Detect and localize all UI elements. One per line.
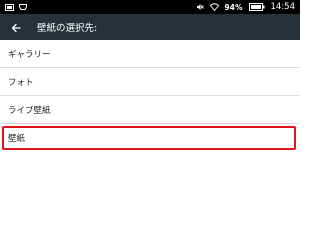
screen: 94% 14:54 壁紙の選択先: ギャラリー フォト ライブ壁紙 壁紙 (0, 0, 300, 240)
wifi-icon (209, 3, 219, 11)
clock: 14:54 (270, 2, 296, 12)
arrow-left-icon (11, 18, 21, 37)
hdmi-icon (19, 4, 27, 10)
screenshot-icon (5, 3, 14, 11)
list-item-label: 壁紙 (8, 134, 26, 144)
list-item-wallpapers[interactable]: 壁紙 (0, 124, 300, 152)
battery-level: 94% (224, 2, 243, 12)
list-item-live-wallpaper[interactable]: ライブ壁紙 (0, 96, 300, 124)
wallpaper-source-list: ギャラリー フォト ライブ壁紙 壁紙 (0, 40, 300, 152)
status-right: 94% 14:54 (196, 2, 295, 12)
page-title: 壁紙の選択先: (37, 23, 98, 34)
status-left (5, 3, 27, 11)
list-item-label: フォト (8, 77, 34, 88)
battery-icon (248, 3, 265, 11)
list-item-gallery[interactable]: ギャラリー (0, 40, 300, 68)
list-item-label: ライブ壁紙 (8, 105, 51, 116)
mute-icon (196, 3, 204, 11)
app-bar: 壁紙の選択先: (0, 14, 300, 40)
list-item-label: ギャラリー (8, 49, 51, 60)
list-item-photos[interactable]: フォト (0, 68, 300, 96)
back-button[interactable] (3, 14, 29, 40)
status-bar: 94% 14:54 (0, 0, 300, 14)
